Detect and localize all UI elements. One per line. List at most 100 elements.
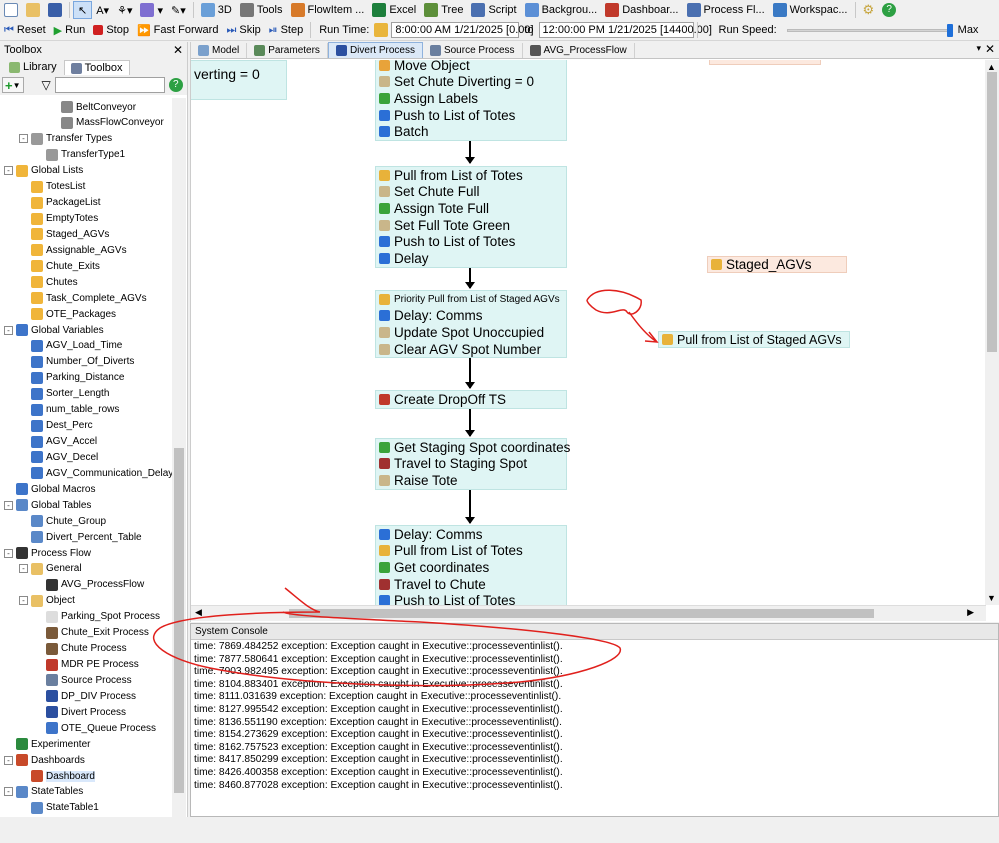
tree-item[interactable]: EmptyTotes <box>19 211 98 227</box>
tree-item[interactable]: - Dashboards <box>4 752 85 768</box>
scroll-down-icon[interactable]: ▼ <box>987 593 996 603</box>
activity[interactable]: Travel to Staging Spot <box>376 456 566 473</box>
collapse-icon[interactable]: - <box>4 548 13 558</box>
console-output[interactable]: time: 7869.484252 exception: Exception c… <box>191 640 998 792</box>
scroll-up-icon[interactable]: ▲ <box>987 62 996 72</box>
tree-item[interactable]: AGV_Decel <box>19 449 98 465</box>
tree-item[interactable]: TotesList <box>19 179 85 195</box>
tree-item[interactable]: Parking_Spot Process <box>34 609 160 625</box>
toolbar-3d-view-button[interactable]: 3D <box>197 1 236 19</box>
tree-item[interactable]: - Object <box>19 593 75 609</box>
vertical-scrollbar[interactable]: ▲ ▼ <box>985 60 999 605</box>
tree-item[interactable]: Divert_Percent_Table <box>19 529 142 545</box>
activity[interactable]: Push to List of Totes <box>376 592 566 605</box>
activity[interactable]: Batch <box>376 123 566 140</box>
tree-item[interactable]: Assignable_AGVs <box>19 242 127 258</box>
activity[interactable]: Assign Tote Full <box>376 200 566 217</box>
tab-parameters[interactable]: Parameters <box>247 43 328 58</box>
slider-thumb[interactable] <box>946 24 953 37</box>
tab-avg-processflow[interactable]: AVG_ProcessFlow <box>523 43 635 58</box>
tree-item[interactable]: - General <box>19 561 82 577</box>
activity[interactable]: Move Object <box>376 60 566 74</box>
activity[interactable]: Create DropOff TS <box>376 391 566 408</box>
activity[interactable]: Push to List of Totes <box>376 233 566 250</box>
pull-staged-agvs-block[interactable]: Pull from List of Staged AGVs <box>658 331 850 348</box>
close-icon[interactable]: ✕ <box>173 43 183 57</box>
activity[interactable]: Update Spot Unoccupied <box>376 324 566 341</box>
tree-item[interactable]: Divert Process <box>34 704 126 720</box>
partial-top-block[interactable] <box>709 60 821 65</box>
activity[interactable]: Delay: Comms <box>376 308 566 325</box>
activity[interactable]: Delay <box>376 250 566 267</box>
tree-item[interactable]: Chute Process <box>34 641 127 657</box>
open-file-button[interactable] <box>22 1 44 19</box>
tab-toolbox[interactable]: Toolbox <box>63 60 130 75</box>
add-button[interactable]: + ▼ <box>2 77 24 93</box>
activity[interactable]: Get Staging Spot coordinates <box>376 439 570 456</box>
step-button[interactable]: ⏯ Step <box>265 21 307 39</box>
tree-item[interactable]: - Process Flow <box>4 545 91 561</box>
tree-item[interactable]: Global Macros <box>4 481 95 497</box>
activity[interactable]: Priority Pull from List of Staged AGVs <box>376 291 566 308</box>
reset-button[interactable]: ⏮ Reset <box>0 21 50 39</box>
activity[interactable]: Delay: Comms <box>376 526 566 543</box>
tree-item[interactable]: OTE_Queue Process <box>34 720 156 736</box>
horizontal-scrollbar[interactable]: ◀ ▶ <box>191 605 986 621</box>
activity[interactable]: Push to List of Totes <box>376 107 566 124</box>
toolbar-process-flow-button[interactable]: Process Fl... <box>683 1 769 19</box>
toolbox-filter-input[interactable] <box>54 77 165 93</box>
staged-agvs-list[interactable]: Staged_AGVs <box>707 256 847 273</box>
tree-item[interactable]: - StateTables <box>4 784 83 800</box>
toolbar-background-button[interactable]: Backgrou... <box>521 1 602 19</box>
tab-model[interactable]: Model <box>191 43 248 58</box>
activity[interactable]: Pull from List of Totes <box>376 543 566 560</box>
help-button[interactable]: ? <box>878 1 900 19</box>
activity-block[interactable]: Priority Pull from List of Staged AGVs De… <box>375 290 567 359</box>
new-file-button[interactable] <box>0 1 22 19</box>
activity-block[interactable]: Delay: Comms Pull from List of Totes Get c… <box>375 525 567 605</box>
tree-item[interactable]: Source Process <box>34 672 132 688</box>
skip-button[interactable]: ⏭ Skip <box>222 21 264 39</box>
toolbar-tools-button[interactable]: Tools <box>236 1 287 19</box>
tree-item[interactable]: Dest_Perc <box>19 418 93 434</box>
activity-block[interactable]: Create DropOff TS <box>375 390 567 409</box>
activity[interactable]: Assign Labels <box>376 90 566 107</box>
activity[interactable]: Set Chute Full <box>376 184 566 201</box>
tree-item[interactable]: TransferType1 <box>34 147 125 163</box>
activity[interactable]: Set Full Tote Green <box>376 217 566 234</box>
tree-item[interactable]: MassFlowConveyor <box>49 115 164 131</box>
scrollbar-thumb[interactable] <box>174 448 184 793</box>
tab-divert-process[interactable]: Divert Process <box>327 42 423 58</box>
activity-block[interactable]: Pull from List of Totes Set Chute Full Ass… <box>375 166 567 268</box>
end-time-field[interactable]: 12:00:00 PM 1/21/2025 [14400.00] <box>538 22 712 38</box>
tree-item[interactable]: DP_DIV Process <box>34 688 136 704</box>
activity[interactable]: Pull from List of Totes <box>376 167 566 184</box>
activity[interactable]: Travel to Chute <box>376 576 566 593</box>
tree-item[interactable]: num_table_rows <box>19 402 119 418</box>
tree-item[interactable]: Parking_Distance <box>19 370 124 386</box>
activity-block[interactable]: Get Staging Spot coordinates Travel to St… <box>375 438 570 490</box>
tree-item[interactable]: Number_Of_Diverts <box>19 354 134 370</box>
toolbar-tree-button[interactable]: Tree <box>420 1 467 19</box>
activity[interactable]: Clear AGV Spot Number <box>376 341 566 358</box>
tree-item[interactable]: - Global Variables <box>4 322 104 338</box>
draw-mode-button[interactable]: ✎▾ <box>167 1 190 19</box>
activity[interactable]: Get coordinates <box>376 559 566 576</box>
collapse-icon[interactable]: - <box>4 166 13 176</box>
scroll-right-icon[interactable]: ▶ <box>967 607 974 618</box>
object-mode-button[interactable]: ⚘▾ <box>113 1 136 19</box>
tree-item[interactable]: Task_Complete_AGVs <box>19 290 147 306</box>
tree-item[interactable]: PackageList <box>19 195 100 211</box>
toolbox-scrollbar[interactable] <box>172 98 186 843</box>
scrollbar-thumb[interactable] <box>987 72 997 352</box>
run-speed-slider[interactable] <box>786 22 953 38</box>
toolbar-script-button[interactable]: Script <box>467 1 520 19</box>
tree-item[interactable]: Experimenter <box>4 736 90 752</box>
collapse-icon[interactable]: - <box>4 787 13 797</box>
activity[interactable]: Raise Tote <box>376 472 566 489</box>
tree-item[interactable]: Dashboard <box>19 768 95 784</box>
collapse-icon[interactable]: - <box>19 134 28 144</box>
collapse-icon[interactable]: - <box>19 596 28 606</box>
scrollbar-thumb[interactable] <box>289 609 874 618</box>
run-button[interactable]: ▶ Run <box>50 21 90 39</box>
